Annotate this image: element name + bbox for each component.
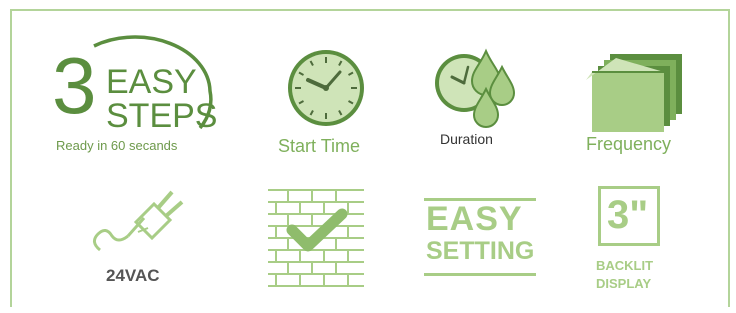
steps-word-easy: EASY <box>106 63 197 101</box>
feature-backlit-display: 3" BACKLIT DISPLAY <box>590 184 680 296</box>
badge-line2: SETTING <box>426 237 535 265</box>
caption-line2: DISPLAY <box>596 276 652 291</box>
feature-duration: Duration <box>430 45 540 155</box>
steps-tagline: Ready in 60 secands <box>56 138 178 153</box>
feature-frequency: Frequency <box>580 50 700 160</box>
feature-24vac: 24VAC <box>88 184 198 294</box>
caption-line1: BACKLIT <box>596 258 654 273</box>
badge-line1: EASY <box>426 200 523 238</box>
screen-text: 3" <box>607 193 649 237</box>
feature-label: Start Time <box>278 136 361 156</box>
steps-number: 3 <box>52 41 97 130</box>
brick-wall-checkmark-icon <box>268 189 364 287</box>
feature-start-time: Start Time <box>268 50 388 162</box>
backlit-display-icon: 3" <box>598 186 660 246</box>
easy-steps-logo: 3 EASY STEPS Ready in 60 secands <box>50 35 230 156</box>
feature-label: 24VAC <box>106 266 160 285</box>
badge-bottom-rule <box>424 273 536 276</box>
feature-label: Duration <box>440 131 493 147</box>
steps-word-steps: STEPS <box>106 97 218 135</box>
feature-easy-setting: EASY SETTING <box>420 196 540 280</box>
feature-wall-mount <box>268 188 368 288</box>
feature-label: Frequency <box>586 134 672 154</box>
